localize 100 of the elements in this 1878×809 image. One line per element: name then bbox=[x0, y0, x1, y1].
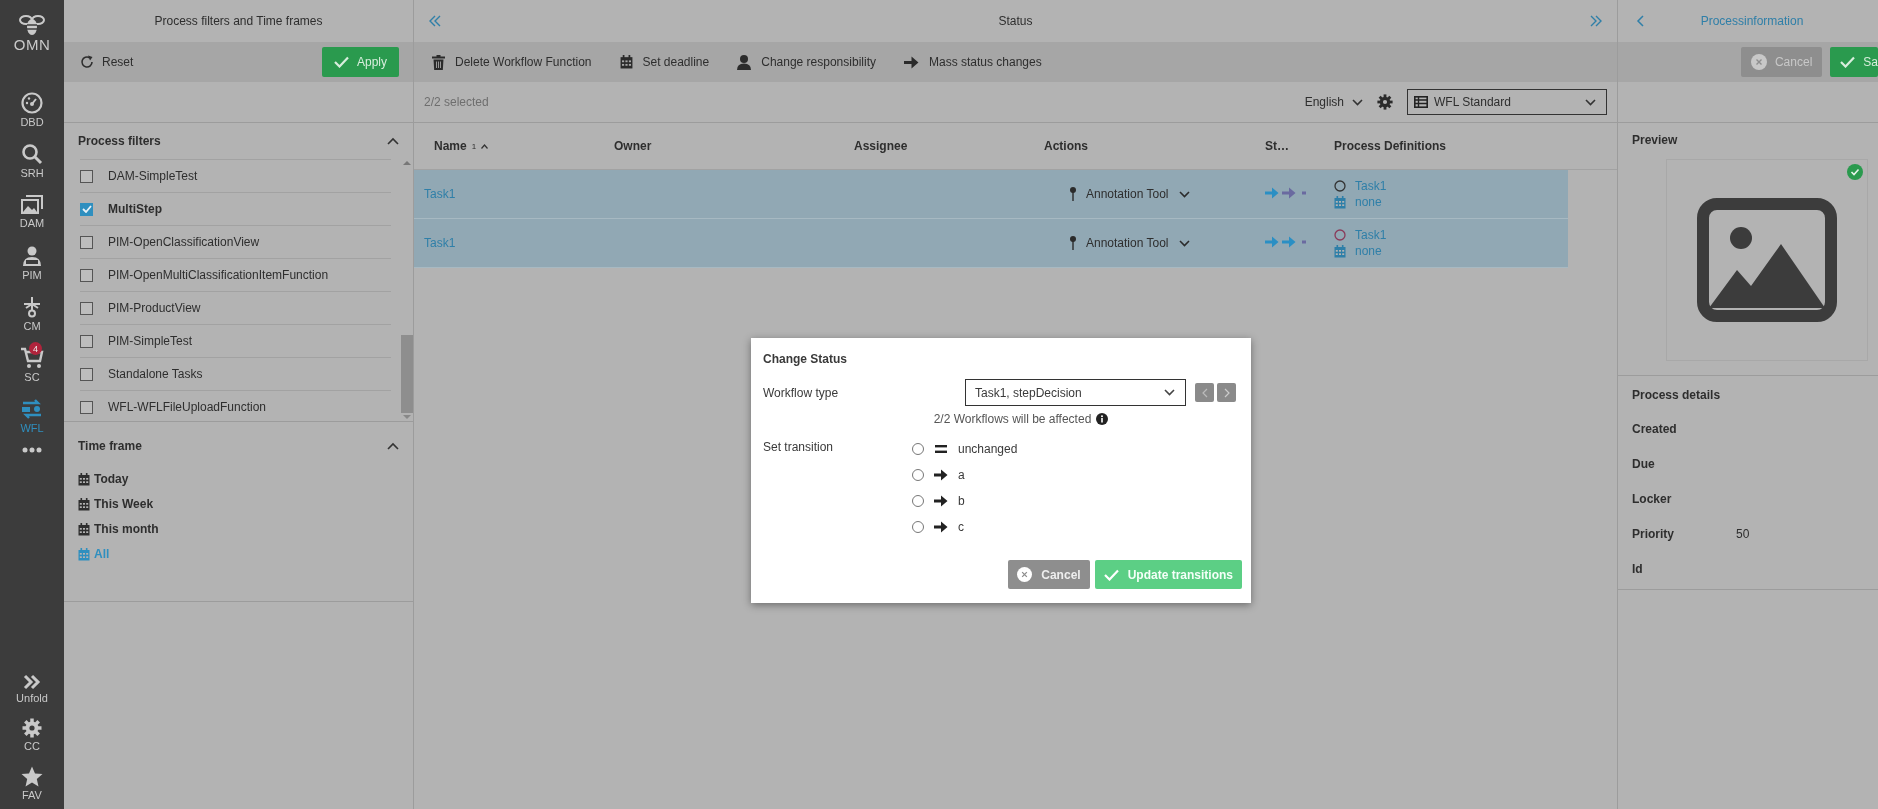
pin-icon bbox=[1070, 187, 1076, 201]
sidebar-item[interactable]: CC bbox=[18, 716, 46, 754]
settings-icon bbox=[22, 718, 42, 738]
toolbar-button[interactable]: Mass status changes bbox=[903, 55, 1042, 69]
detail-label: Created bbox=[1632, 422, 1678, 436]
filter-label: WFL-WFLFileUploadFunction bbox=[108, 400, 267, 414]
detail-label: Id bbox=[1632, 562, 1644, 576]
arrow-right-icon bbox=[934, 469, 948, 481]
view-dropdown[interactable]: WFL Standard bbox=[1407, 89, 1607, 115]
calendar-icon bbox=[619, 55, 633, 69]
circle-icon bbox=[1334, 180, 1346, 192]
column-header[interactable]: Process Definitions bbox=[1324, 139, 1568, 153]
panel-title: Process filters and Time frames bbox=[154, 14, 323, 28]
toolbar-button[interactable]: Delete Workflow Function bbox=[432, 54, 592, 70]
image-placeholder-icon bbox=[1697, 198, 1837, 322]
chevron-right-icon bbox=[1223, 387, 1230, 398]
transition-option[interactable]: unchanged bbox=[912, 440, 1018, 458]
back-icon[interactable] bbox=[1636, 15, 1644, 27]
filter-label: PIM-ProductView bbox=[108, 301, 201, 315]
checkbox[interactable] bbox=[80, 169, 93, 183]
time-frame-option[interactable]: Today bbox=[78, 472, 129, 486]
column-header[interactable]: Assignee bbox=[844, 139, 1034, 153]
chevron-down-icon bbox=[1585, 98, 1596, 106]
sidebar-item[interactable]: PIM bbox=[17, 237, 47, 288]
checkbox[interactable] bbox=[80, 301, 93, 315]
pin-icon bbox=[1070, 236, 1076, 250]
collapse-icon[interactable] bbox=[387, 442, 399, 450]
checkbox[interactable] bbox=[80, 202, 93, 216]
action-dropdown[interactable]: Annotation Tool bbox=[1086, 236, 1169, 250]
action-dropdown[interactable]: Annotation Tool bbox=[1086, 187, 1169, 201]
calendar-icon bbox=[78, 472, 90, 486]
calendar-icon bbox=[1334, 195, 1346, 209]
logo-text: OMN bbox=[13, 36, 51, 53]
star-icon bbox=[21, 766, 43, 787]
arrow-right-icon bbox=[903, 55, 919, 69]
column-header[interactable]: St… bbox=[1255, 139, 1324, 153]
expand-right-icon[interactable] bbox=[1589, 15, 1603, 27]
checkbox[interactable] bbox=[80, 268, 93, 282]
checkbox[interactable] bbox=[80, 367, 93, 381]
refresh-icon bbox=[80, 55, 94, 69]
table-icon bbox=[1414, 96, 1428, 108]
column-header[interactable]: Owner bbox=[604, 139, 844, 153]
info-icon[interactable] bbox=[1096, 413, 1109, 425]
equals-icon bbox=[934, 444, 948, 454]
toolbar-button[interactable]: Set deadline bbox=[619, 55, 710, 69]
chevron-left-icon bbox=[1201, 387, 1208, 398]
table-row[interactable]: Task1 Annotation Tool Task1 none bbox=[414, 219, 1568, 268]
chevron-down-icon bbox=[1164, 389, 1175, 396]
sidebar-item[interactable]: DBD bbox=[16, 84, 48, 135]
transition-option[interactable]: a bbox=[912, 466, 1018, 484]
transition-option[interactable]: c bbox=[912, 518, 1018, 536]
sidebar-item[interactable]: DAM bbox=[15, 186, 49, 237]
column-header[interactable]: Actions bbox=[1034, 139, 1255, 153]
checkbox[interactable] bbox=[80, 334, 93, 348]
dialog-title: Change Status bbox=[763, 352, 848, 366]
time-frame-option[interactable]: This month bbox=[78, 522, 159, 536]
scrollbar[interactable] bbox=[401, 159, 413, 421]
settings-icon[interactable] bbox=[1377, 94, 1393, 110]
checkbox[interactable] bbox=[80, 400, 93, 414]
affected-note: 2/2 Workflows will be affected bbox=[933, 412, 1092, 426]
dashboard-gauge-icon bbox=[21, 91, 43, 114]
circle-icon bbox=[1334, 229, 1346, 241]
bee-logo-icon bbox=[19, 14, 45, 36]
sidebar-item[interactable]: Unfold bbox=[12, 672, 52, 706]
selection-count: 2/2 selected bbox=[424, 95, 490, 109]
arrow-right-icon bbox=[934, 495, 948, 507]
language-dropdown[interactable]: English bbox=[1304, 95, 1363, 109]
count-badge: 4 bbox=[29, 342, 42, 355]
check-icon bbox=[1840, 56, 1856, 68]
table-row[interactable]: Task1 Annotation Tool Task1 none bbox=[414, 170, 1568, 219]
checkbox[interactable] bbox=[80, 235, 93, 249]
detail-label: Due bbox=[1632, 457, 1656, 471]
transition-option[interactable]: b bbox=[912, 492, 1018, 510]
sidebar-item[interactable]: SC 4 bbox=[16, 339, 48, 390]
section-title: Preview bbox=[1632, 133, 1679, 147]
section-title: Process details bbox=[1632, 388, 1722, 402]
double-chevron-icon bbox=[23, 674, 41, 690]
reset-button[interactable]: Reset bbox=[78, 55, 136, 69]
column-header[interactable]: Name 1 bbox=[414, 139, 604, 153]
detail-label: Locker bbox=[1632, 492, 1673, 506]
filter-label: DAM-SimpleTest bbox=[108, 169, 198, 183]
toolbar-button[interactable]: Change responsibility bbox=[737, 54, 876, 70]
sidebar-item[interactable]: SRH bbox=[16, 135, 48, 186]
calendar-icon bbox=[78, 547, 90, 561]
field-label: Set transition bbox=[763, 440, 835, 454]
filter-label: MultiStep bbox=[108, 202, 162, 216]
sidebar-item[interactable]: FAV bbox=[17, 764, 47, 803]
calendar-icon bbox=[1334, 244, 1346, 258]
time-frame-option[interactable]: This Week bbox=[78, 497, 154, 511]
detail-label: Priority bbox=[1632, 527, 1675, 541]
sidebar-item[interactable]: CM bbox=[17, 288, 47, 339]
collapse-icon[interactable] bbox=[387, 137, 399, 145]
filter-label: Standalone Tasks bbox=[108, 367, 203, 381]
more-icon[interactable] bbox=[22, 447, 42, 453]
next-button[interactable] bbox=[1217, 383, 1236, 402]
field-label: Workflow type bbox=[763, 385, 840, 400]
scroll-up-icon[interactable] bbox=[403, 159, 411, 167]
workflow-type-dropdown[interactable]: Task1, stepDecision bbox=[965, 379, 1186, 406]
section-title: Time frame bbox=[78, 439, 142, 453]
collapse-left-icon[interactable] bbox=[428, 15, 442, 27]
